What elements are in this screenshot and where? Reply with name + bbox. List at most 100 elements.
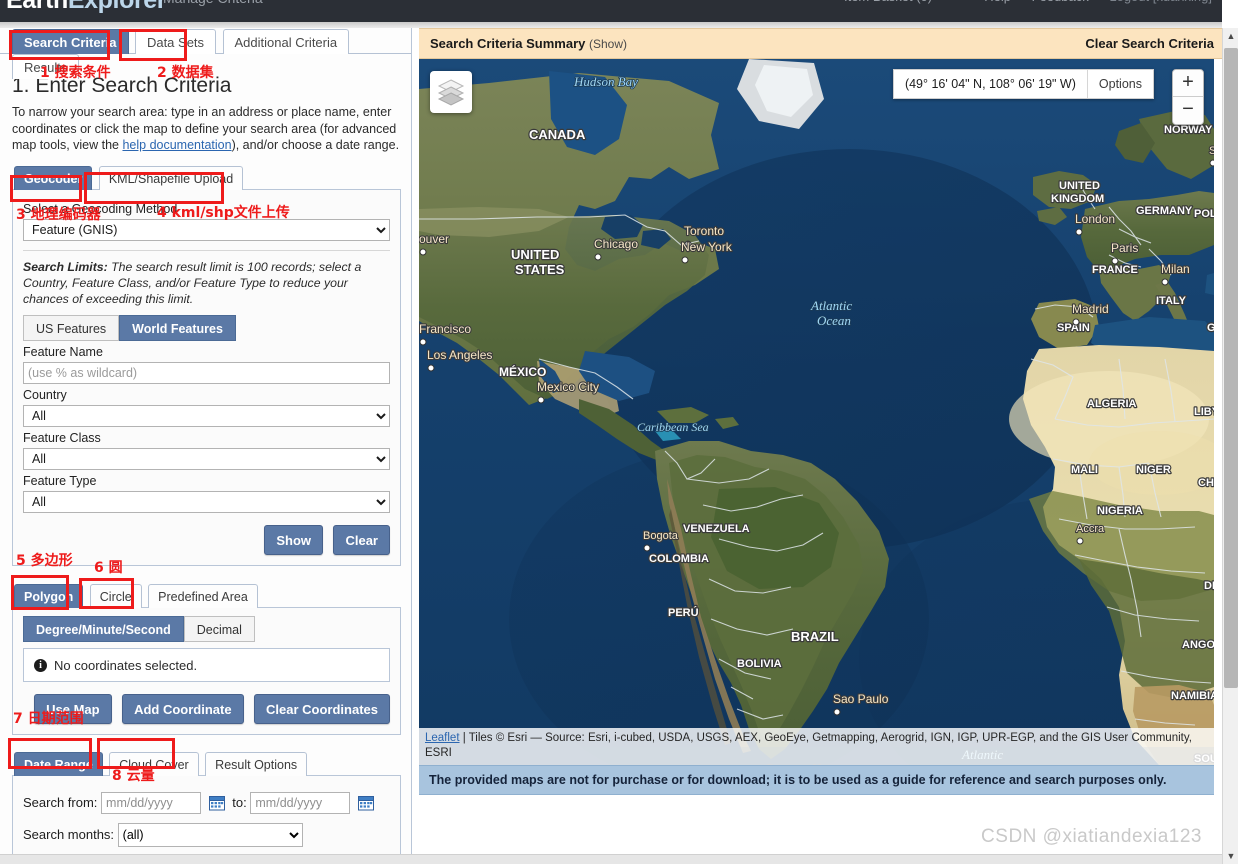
map-attribution: Leaflet | Tiles © Esri — Source: Esri, i…	[419, 728, 1214, 765]
tab-data-sets[interactable]: Data Sets	[134, 29, 217, 54]
map-options-button[interactable]: Options	[1088, 70, 1153, 98]
map-city-dot	[427, 364, 435, 372]
map-label: VENEZUELA	[683, 523, 750, 535]
scroll-up-arrow[interactable]: ▲	[1223, 28, 1238, 44]
search-criteria-panel: Search Criteria Data Sets Additional Cri…	[0, 28, 412, 864]
map-side: Search Criteria Summary (Show) Clear Sea…	[419, 28, 1222, 864]
clear-search-criteria-link[interactable]: Clear Search Criteria	[1085, 36, 1214, 51]
page-vertical-scrollbar[interactable]: ▲ ▼	[1222, 28, 1238, 864]
tab-geocoder[interactable]: Geocoder	[14, 165, 93, 190]
map-city-dot	[1209, 159, 1214, 167]
clear-button[interactable]: Clear	[333, 524, 390, 555]
tab-search-criteria[interactable]: Search Criteria	[12, 29, 129, 54]
map-label: POLA	[1194, 208, 1214, 220]
tab-results[interactable]: Results	[12, 54, 80, 79]
map-label: MÉXICO	[499, 364, 546, 379]
map-city-dot	[681, 256, 689, 264]
zoom-out-button[interactable]: −	[1173, 97, 1203, 124]
coordinates-card: Degree/Minute/Second Decimal i No coordina…	[12, 606, 401, 735]
map-city-dot	[1076, 537, 1084, 545]
tab-predefined-area[interactable]: Predefined Area	[148, 583, 258, 608]
map-label: Francisco	[419, 322, 471, 336]
date-range-row: Search from: mm/dd/yyyy to: mm/dd/yyyy	[23, 791, 390, 814]
zoom-in-button[interactable]: +	[1173, 70, 1203, 97]
main-tabstrip: Search Criteria Data Sets Additional Cri…	[0, 28, 411, 79]
map-label: NIGER	[1136, 464, 1171, 476]
show-button[interactable]: Show	[264, 524, 324, 555]
tab-date-range[interactable]: Date Range	[14, 751, 103, 776]
geocoder-tabstrip: Geocoder KML/Shapefile Upload	[12, 165, 401, 190]
nav-feedback[interactable]: Feedback	[1032, 0, 1089, 4]
tab-additional-criteria[interactable]: Additional Criteria	[222, 29, 350, 54]
map-label: Milan	[1161, 262, 1190, 276]
clear-coordinates-button[interactable]: Clear Coordinates	[254, 693, 390, 724]
feature-type-select[interactable]: All	[23, 490, 390, 513]
map-label: CANADA	[529, 127, 586, 142]
map-layers-button[interactable]	[430, 71, 472, 113]
attribution-text: | Tiles © Esri — Source: Esri, i-cubed, …	[425, 732, 1192, 759]
toggle-us-features[interactable]: US Features	[23, 314, 120, 341]
geocoding-method-select[interactable]: Feature (GNIS)	[23, 218, 390, 241]
search-from-label: Search from:	[23, 794, 98, 810]
search-months-label: Search months:	[23, 826, 115, 842]
leaflet-link[interactable]: Leaflet	[425, 732, 460, 744]
map-label: London	[1075, 212, 1115, 226]
nav-help[interactable]: Help	[984, 0, 1011, 4]
map-city-dot	[1161, 278, 1169, 286]
coordinate-status: i No coordinates selected.	[23, 647, 390, 682]
toggle-world-features[interactable]: World Features	[119, 314, 236, 341]
calendar-icon-to[interactable]	[358, 795, 375, 811]
info-icon: i	[34, 658, 47, 672]
map-city-dot	[1072, 318, 1080, 326]
page-horizontal-scrollbar[interactable]	[0, 854, 1222, 864]
summary-title-text: Search Criteria Summary	[430, 36, 586, 51]
feature-name-input[interactable]	[23, 361, 390, 384]
scroll-thumb[interactable]	[1224, 48, 1238, 688]
search-to-input[interactable]	[250, 791, 351, 814]
summary-show-link[interactable]: (Show)	[589, 37, 627, 51]
calendar-icon-from[interactable]	[208, 795, 225, 811]
brand-prefix: Earth	[6, 0, 68, 14]
map-label: Caribbean Sea	[637, 420, 709, 434]
help-documentation-link[interactable]: help documentation	[122, 138, 231, 152]
map-label: Madrid	[1072, 302, 1109, 316]
basket-icon[interactable]: ✉	[953, 0, 964, 4]
brand-suffix: Explorer	[67, 0, 167, 14]
search-to-label: to:	[232, 794, 247, 810]
map-label: Los Angeles	[427, 348, 492, 362]
feature-class-select[interactable]: All	[23, 447, 390, 470]
nav-logout[interactable]: Logout [kuanxing]	[1109, 0, 1212, 4]
search-months-select[interactable]: (all)	[117, 822, 303, 847]
geocoder-button-row: Show Clear	[23, 524, 390, 555]
map-zoom-control: + −	[1172, 69, 1204, 125]
tab-kml-shapefile-upload[interactable]: KML/Shapefile Upload	[98, 165, 244, 190]
intro-text: To narrow your search area: type in an a…	[12, 104, 401, 154]
map-label: Mexico City	[537, 380, 599, 394]
app-logo[interactable]: EarthExplorer	[6, 0, 167, 15]
use-map-button[interactable]: Use Map	[34, 693, 112, 724]
map-coordinate-box: (49° 16' 04" N, 108° 06' 19" W) Options	[892, 69, 1154, 99]
map-canvas[interactable]: Hudson BayAtlanticOceanCaribbean SeaAtla…	[419, 59, 1214, 765]
toggle-degree-minute-second[interactable]: Degree/Minute/Second	[23, 615, 184, 642]
map-label: Sto	[1209, 145, 1214, 157]
map-label: FRANCE	[1092, 264, 1138, 276]
map-label: NORWAY	[1164, 124, 1213, 136]
nav-item-basket[interactable]: Item Basket (0)	[844, 0, 932, 4]
map-label: ALGERIA	[1087, 398, 1137, 410]
tab-polygon[interactable]: Polygon	[14, 583, 84, 608]
toggle-decimal[interactable]: Decimal	[183, 615, 255, 642]
country-select[interactable]: All	[23, 404, 390, 427]
feature-type-label: Feature Type	[23, 473, 97, 488]
earthexplorer-app: EarthExplorer Manage Criteria Item Baske…	[0, 0, 1238, 864]
tab-cloud-cover[interactable]: Cloud Cover	[109, 751, 199, 776]
search-from-input[interactable]	[101, 791, 202, 814]
map-label: UNITED	[1059, 180, 1100, 192]
scroll-down-arrow[interactable]: ▼	[1223, 848, 1238, 864]
tab-result-options[interactable]: Result Options	[205, 751, 308, 776]
coordinate-status-text: No coordinates selected.	[54, 657, 198, 673]
add-coordinate-button[interactable]: Add Coordinate	[122, 693, 244, 724]
nav-manage-criteria[interactable]: Manage Criteria	[163, 0, 263, 6]
feature-class-label: Feature Class	[23, 430, 101, 445]
tab-circle[interactable]: Circle	[89, 583, 142, 608]
map-city-dot	[419, 248, 427, 256]
